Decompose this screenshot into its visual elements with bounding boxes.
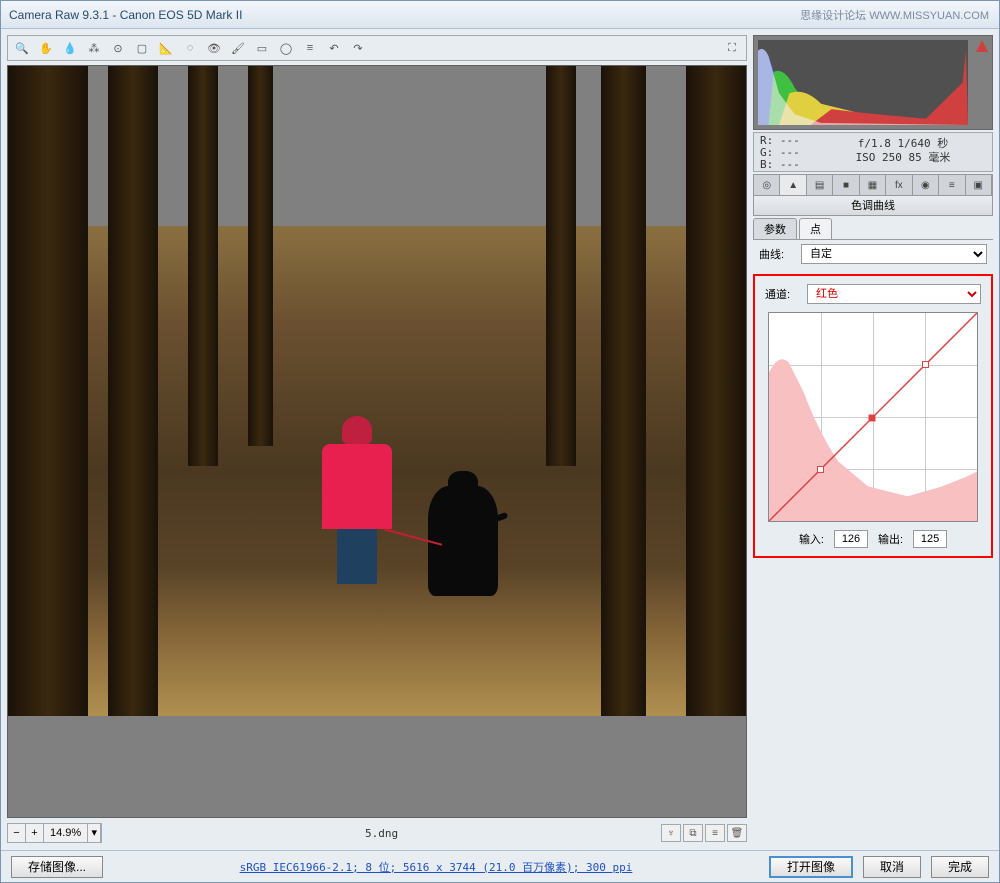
tab-point[interactable]: 点 (799, 218, 832, 239)
zoom-tool[interactable]: 🔍 (12, 38, 32, 58)
footer: 存储图像... sRGB IEC61966-2.1; 8 位; 5616 x 3… (1, 850, 999, 882)
image-preview[interactable] (7, 65, 747, 818)
camera-raw-window: Camera Raw 9.3.1 - Canon EOS 5D Mark II … (0, 0, 1000, 883)
tab-detail[interactable]: ▤ (807, 175, 833, 195)
b-value: B: --- (760, 159, 808, 171)
curve-output-field[interactable] (913, 530, 947, 548)
curve-io-row: 输入: 输出: (759, 526, 987, 552)
channel-select[interactable]: 红色 (807, 284, 981, 304)
target-adjust-tool[interactable]: ⊙ (108, 38, 128, 58)
save-image-button[interactable]: 存储图像... (11, 856, 103, 878)
rotate-right-tool[interactable]: ↷ (348, 38, 368, 58)
app-title: Camera Raw 9.3.1 - Canon EOS 5D Mark II (9, 8, 242, 22)
curve-input-field[interactable] (834, 530, 868, 548)
cancel-button[interactable]: 取消 (863, 856, 921, 878)
spot-removal-tool[interactable]: ◌ (180, 38, 200, 58)
tab-camera[interactable]: ≡ (939, 175, 965, 195)
tab-split[interactable]: ▦ (860, 175, 886, 195)
menu-icon[interactable]: ≡ (705, 824, 725, 842)
radial-filter-tool[interactable]: ◯ (276, 38, 296, 58)
toolbar: 🔍 ✋ 💧 ⁂ ⊙ ▢ 📐 ◌ 👁 🖌 ▭ ◯ ≡ ↶ ↷ ⛶ (7, 35, 747, 61)
grad-filter-tool[interactable]: ▭ (252, 38, 272, 58)
tab-hsl[interactable]: ■ (833, 175, 859, 195)
tree (686, 66, 746, 716)
panel-title: 色调曲线 (753, 196, 993, 216)
exif-exposure: f/1.8 1/640 秒 (814, 137, 992, 151)
statusbar: − + 14.9% ▾ 5.dng ♆ ⧉ ≡ 🗑 (7, 822, 747, 844)
straighten-tool[interactable]: 📐 (156, 38, 176, 58)
filter-icon[interactable]: ♆ (661, 824, 681, 842)
tab-presets[interactable]: ▣ (966, 175, 992, 195)
eyedropper-tool[interactable]: 💧 (60, 38, 80, 58)
dog-figure (428, 486, 498, 596)
fullscreen-button[interactable]: ⛶ (722, 38, 742, 58)
histogram-panel (753, 35, 993, 130)
channel-row: 通道: 红色 (759, 280, 987, 308)
input-label: 输入: (799, 531, 824, 547)
watermark: 思缘设计论坛 WWW.MISSYUAN.COM (800, 7, 989, 23)
open-image-button[interactable]: 打开图像 (769, 856, 853, 878)
tree (546, 66, 576, 466)
zoom-out-button[interactable]: − (8, 824, 26, 842)
highlight-clip-icon[interactable] (976, 40, 988, 52)
titlebar: Camera Raw 9.3.1 - Canon EOS 5D Mark II … (1, 1, 999, 29)
tree (8, 66, 88, 716)
crop-tool[interactable]: ▢ (132, 38, 152, 58)
curve-panel-highlighted: 通道: 红色 输入 (753, 274, 993, 558)
zoom-dropdown[interactable]: ▾ (87, 824, 101, 842)
tree (601, 66, 646, 716)
color-sampler-tool[interactable]: ⁂ (84, 38, 104, 58)
histogram-chart[interactable] (758, 40, 968, 125)
zoom-control: − + 14.9% ▾ (7, 823, 102, 843)
curve-preset-select[interactable]: 自定 (801, 244, 987, 264)
exif-iso: ISO 250 85 毫米 (814, 151, 992, 165)
curve-sub-tabs: 参数 点 (753, 218, 993, 240)
panel-tabs: ◎ ▲ ▤ ■ ▦ fx ◉ ≡ ▣ (753, 174, 993, 196)
zoom-in-button[interactable]: + (26, 824, 44, 842)
compare-icon[interactable]: ⧉ (683, 824, 703, 842)
tone-curve-editor[interactable] (768, 312, 978, 522)
preferences-tool[interactable]: ≡ (300, 38, 320, 58)
tab-tone-curve[interactable]: ▲ (780, 175, 806, 195)
tree (108, 66, 158, 716)
tab-fx[interactable]: fx (886, 175, 912, 195)
tab-basic[interactable]: ◎ (754, 175, 780, 195)
rotate-left-tool[interactable]: ↶ (324, 38, 344, 58)
output-label: 输出: (878, 531, 903, 547)
redeye-tool[interactable]: 👁 (204, 38, 224, 58)
filename-display: 5.dng (108, 827, 655, 840)
tab-lens[interactable]: ◉ (913, 175, 939, 195)
tree (188, 66, 218, 466)
tab-parametric[interactable]: 参数 (753, 218, 797, 239)
channel-label: 通道: (765, 286, 801, 302)
histogram-info: R: --- G: --- B: --- f/1.8 1/640 秒 ISO 2… (753, 132, 993, 172)
curve-label: 曲线: (759, 246, 795, 262)
workflow-options-link[interactable]: sRGB IEC61966-2.1; 8 位; 5616 x 3744 (21.… (240, 861, 633, 874)
hand-tool[interactable]: ✋ (36, 38, 56, 58)
curve-preset-row: 曲线: 自定 (753, 240, 993, 268)
child-figure (318, 416, 396, 596)
zoom-value: 14.9% (44, 827, 87, 839)
trash-icon[interactable]: 🗑 (727, 824, 747, 842)
tree (248, 66, 273, 446)
done-button[interactable]: 完成 (931, 856, 989, 878)
brush-tool[interactable]: 🖌 (228, 38, 248, 58)
